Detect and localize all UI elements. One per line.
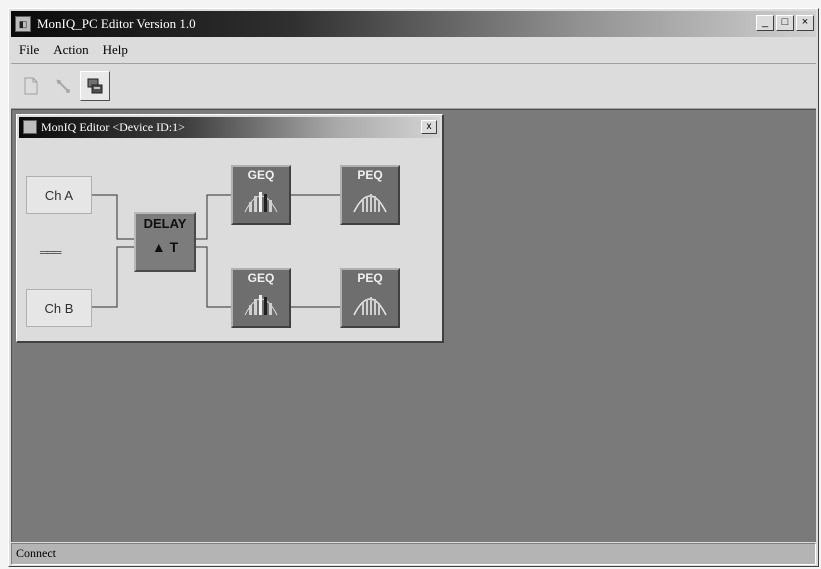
geq-label: GEQ [247, 271, 275, 285]
menu-bar: File Action Help [11, 39, 816, 61]
channel-a-button[interactable]: Ch A [26, 176, 92, 214]
routing-canvas: Ch A ═══ Ch B DELAY ▲ T GEQ PEQ GEQ PEQ [17, 139, 445, 344]
geq-label: GEQ [247, 168, 275, 182]
new-button[interactable] [16, 71, 46, 101]
child-close-button[interactable]: x [421, 120, 437, 134]
maximize-button[interactable]: □ [776, 15, 794, 31]
app-icon[interactable]: ◧ [15, 16, 31, 32]
peq-block-bottom[interactable]: PEQ [340, 268, 400, 328]
editor-child-window: MonIQ Editor <Device ID:1> x Ch A ═══ Ch… [16, 114, 444, 343]
mdi-workspace: MonIQ Editor <Device ID:1> x Ch A ═══ Ch… [11, 109, 816, 542]
close-button[interactable]: × [796, 15, 814, 31]
title-bar[interactable]: ◧ MonIQ_PC Editor Version 1.0 _ □ × [11, 11, 816, 37]
peq-label: PEQ [357, 168, 383, 182]
menu-action[interactable]: Action [53, 42, 88, 58]
window-title: MonIQ_PC Editor Version 1.0 [37, 16, 196, 31]
status-bar: Connect [11, 543, 816, 565]
peq-curve-icon [353, 194, 387, 213]
peq-label: PEQ [357, 271, 383, 285]
geq-bars-icon [244, 192, 278, 213]
new-icon [24, 77, 38, 95]
connect-icon [56, 79, 70, 93]
window-controls: _ □ × [756, 15, 814, 31]
geq-block-top[interactable]: GEQ [231, 165, 291, 225]
peq-curve-icon [353, 297, 387, 316]
minimize-button[interactable]: _ [756, 15, 774, 31]
child-window-title: MonIQ Editor <Device ID:1> [41, 120, 185, 134]
child-title-bar[interactable]: MonIQ Editor <Device ID:1> x [19, 117, 440, 138]
device-icon [87, 78, 103, 94]
menu-help[interactable]: Help [103, 42, 128, 58]
delay-symbol: ▲ T [151, 239, 179, 255]
delay-label: DELAY [143, 216, 187, 231]
delay-block[interactable]: DELAY ▲ T [134, 212, 196, 272]
menu-file[interactable]: File [19, 42, 39, 58]
child-window-icon[interactable] [23, 120, 37, 134]
peq-block-top[interactable]: PEQ [340, 165, 400, 225]
device-button[interactable] [80, 71, 110, 101]
application-window: ◧ MonIQ_PC Editor Version 1.0 _ □ × File… [8, 8, 819, 567]
geq-bars-icon [244, 295, 278, 316]
connect-button[interactable] [48, 71, 78, 101]
channel-b-button[interactable]: Ch B [26, 289, 92, 327]
channel-link-icon[interactable]: ═══ [40, 247, 61, 259]
geq-block-bottom[interactable]: GEQ [231, 268, 291, 328]
toolbar [11, 63, 816, 109]
